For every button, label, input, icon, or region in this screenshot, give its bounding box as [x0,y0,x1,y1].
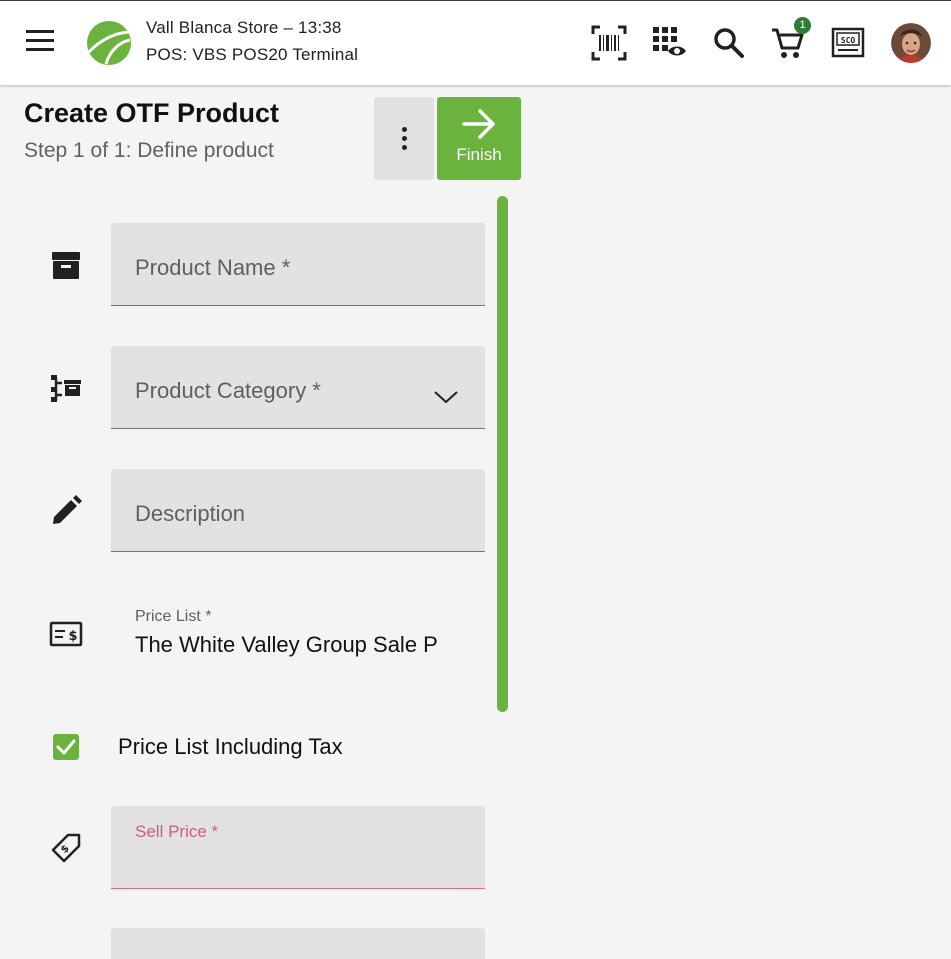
chevron-down-icon [434,391,458,404]
svg-text:SCO: SCO [841,36,856,45]
price-list-icon: $ [49,621,83,647]
required-asterisk: * [211,822,219,841]
price-tag-icon: $ [51,833,81,863]
price-includes-tax-label[interactable]: Price List Including Tax [118,734,343,760]
cart-count-badge: 1 [794,17,811,34]
step-indicator: Step 1 of 1: Define product [24,139,274,162]
pencil-icon [53,495,82,524]
more-options-button[interactable] [374,97,434,180]
price-list-select[interactable]: The White Valley Group Sale P [135,632,465,658]
product-category-placeholder: Product Category * [135,378,321,403]
top-bar [0,0,951,85]
product-category-select[interactable]: Product Category * [111,346,485,429]
store-title: Vall Blanca Store – 13:38 [146,18,342,37]
self-checkout-icon[interactable]: SCO [829,24,867,62]
category-tree-icon [51,375,81,402]
finish-button-label: Finish [456,145,502,164]
menu-icon [26,30,54,33]
description-placeholder: Description [135,501,246,526]
pos-terminal-name: POS: VBS POS20 Terminal [146,45,359,64]
page-title: Create OTF Product [24,98,280,128]
checkmark-icon [56,739,76,755]
price-list-label: Price List * [135,608,212,625]
archive-box-icon [52,252,80,279]
store-logo [87,21,132,65]
next-field-partial[interactable] [111,928,485,959]
user-avatar[interactable] [891,23,931,63]
barcode-scan-icon[interactable] [590,24,628,62]
price-includes-tax-checkbox[interactable] [53,734,79,760]
sell-price-label: Sell Price * [135,822,219,841]
product-name-field[interactable]: Product Name * [111,223,485,306]
more-vert-icon [401,127,407,132]
arrow-right-icon [462,109,495,139]
scrollbar[interactable] [497,196,508,712]
product-name-placeholder: Product Name * [135,255,291,280]
svg-text:$: $ [68,629,77,644]
description-field[interactable]: Description [111,469,485,552]
keypad-visibility-icon[interactable] [650,24,688,62]
sell-price-field[interactable]: Sell Price * [111,806,485,889]
search-icon[interactable] [710,24,748,62]
finish-button[interactable]: Finish [437,97,521,180]
menu-button[interactable] [26,30,56,54]
